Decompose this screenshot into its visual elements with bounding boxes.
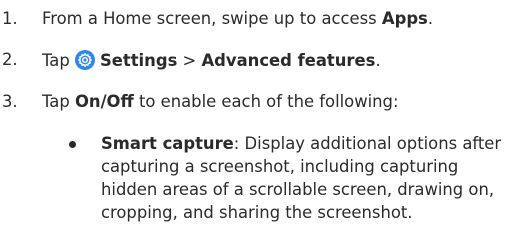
apps-label: Apps bbox=[381, 9, 428, 28]
settings-label: Settings bbox=[99, 51, 178, 70]
step-text-before: From a Home screen, swipe up to access bbox=[42, 9, 382, 28]
description-line: Smart capture: Display additional option… bbox=[101, 132, 515, 155]
description-line: cropping, and sharing the screenshot. bbox=[101, 203, 413, 222]
step-text-after: . bbox=[375, 51, 381, 70]
description-line: hidden areas of a scrollable screen, dra… bbox=[101, 180, 495, 199]
step-number: 1. bbox=[2, 9, 18, 28]
step-number: 3. bbox=[2, 92, 18, 111]
settings-gear-icon bbox=[74, 50, 95, 70]
step-text: From a Home screen, swipe up to access A… bbox=[42, 9, 433, 28]
description-line: capturing a screenshot, including captur… bbox=[101, 157, 459, 176]
description-text: : Display additional options after bbox=[233, 134, 502, 153]
smart-capture-description: Smart capture: Display additional option… bbox=[101, 132, 515, 224]
step-text-before: Tap bbox=[42, 51, 75, 70]
smart-capture-title: Smart capture bbox=[101, 134, 234, 153]
step-text-after: to enable each of the following: bbox=[133, 92, 399, 111]
step-text: Tap Settings > Advanced features. bbox=[42, 50, 381, 70]
bullet-dot bbox=[69, 141, 76, 148]
separator: > bbox=[177, 51, 202, 70]
advanced-features-label: Advanced features bbox=[201, 51, 376, 70]
step-text: Tap On/Off to enable each of the followi… bbox=[42, 92, 399, 111]
step-number: 2. bbox=[2, 50, 18, 69]
on-off-label: On/Off bbox=[74, 92, 134, 111]
step-text-after: . bbox=[427, 9, 434, 28]
step-text-before: Tap bbox=[42, 92, 75, 111]
